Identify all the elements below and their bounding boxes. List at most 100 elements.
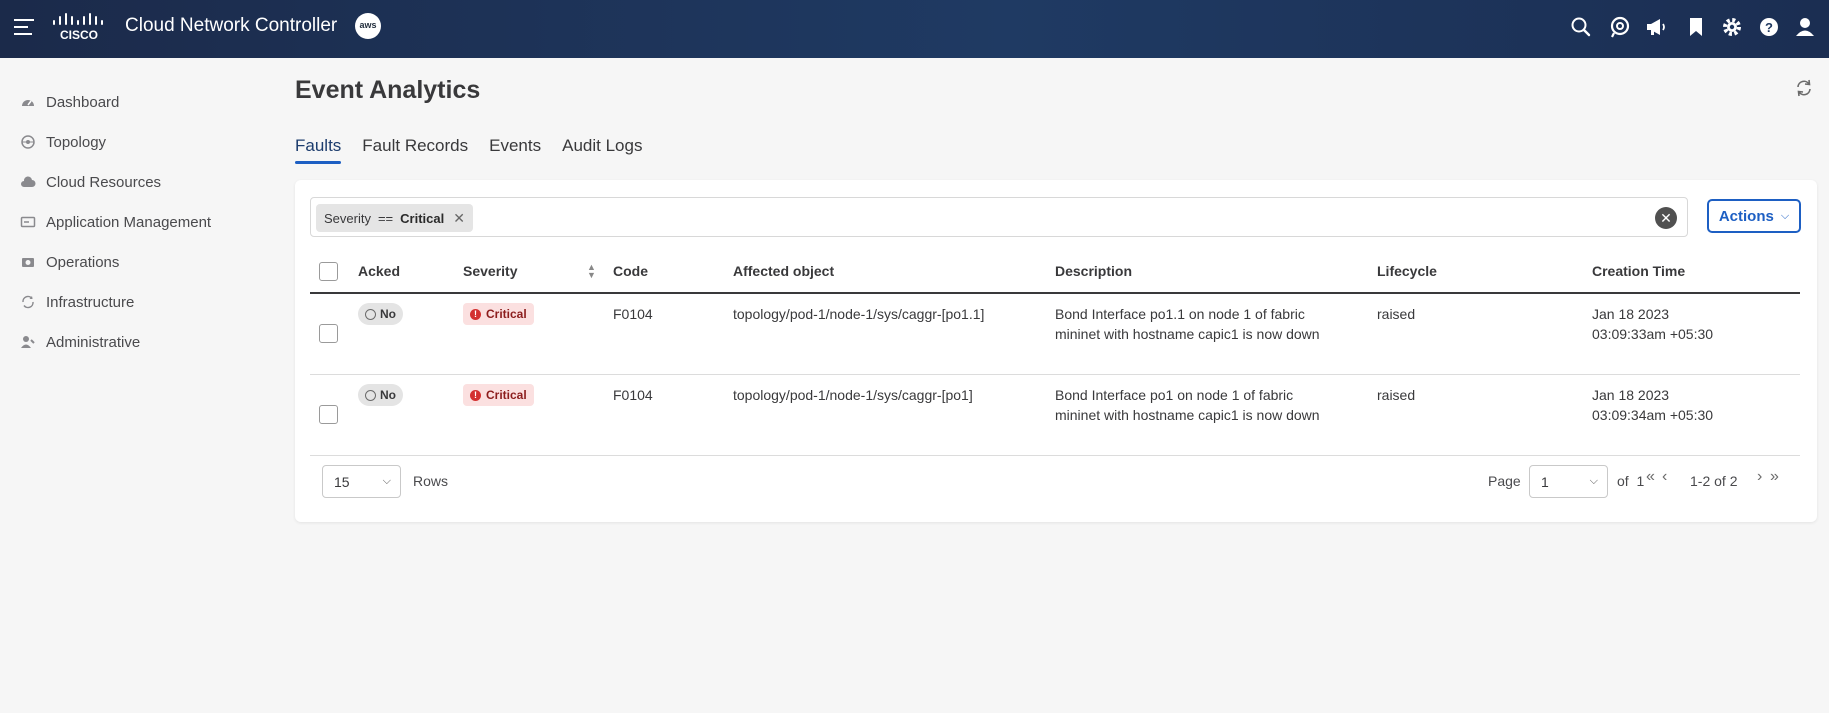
administrative-icon bbox=[21, 336, 35, 348]
sidebar-item-label: Application Management bbox=[46, 213, 212, 231]
page-select[interactable]: 1 ⌵ bbox=[1529, 465, 1608, 498]
chevron-down-icon: ⌵ bbox=[382, 475, 391, 487]
sidebar-item-dashboard[interactable]: Dashboard bbox=[20, 90, 119, 114]
tab-faults[interactable]: Faults bbox=[295, 136, 342, 164]
sidebar-item-infrastructure[interactable]: Infrastructure bbox=[20, 290, 134, 314]
column-header-code[interactable]: Code bbox=[613, 250, 648, 292]
sidebar-item-administrative[interactable]: Administrative bbox=[20, 330, 140, 354]
table-row[interactable]: No ! Critical F0104 topology/pod-1/node-1… bbox=[310, 375, 1800, 456]
next-page-icon[interactable]: › bbox=[1757, 468, 1763, 486]
column-header-acked[interactable]: Acked bbox=[358, 250, 400, 292]
menu-icon[interactable] bbox=[14, 19, 34, 35]
acked-badge: No bbox=[358, 303, 403, 325]
code-cell: F0104 bbox=[613, 387, 653, 403]
sidebar-item-label: Administrative bbox=[46, 333, 141, 351]
sidebar-item-operations[interactable]: Operations bbox=[20, 250, 119, 274]
severity-badge: ! Critical bbox=[463, 384, 534, 406]
first-page-icon[interactable]: « bbox=[1646, 468, 1655, 486]
dashboard-icon bbox=[22, 100, 34, 106]
page-range-label: 1-2 of 2 bbox=[1690, 473, 1738, 489]
column-header-severity[interactable]: Severity bbox=[463, 250, 517, 292]
creation-date-cell: Jan 18 2023 bbox=[1592, 306, 1670, 322]
code-cell: F0104 bbox=[613, 306, 653, 322]
app-title: Cloud Network Controller bbox=[125, 15, 338, 36]
critical-icon: ! bbox=[470, 389, 481, 401]
sidebar-item-label: Topology bbox=[46, 133, 107, 151]
user-icon[interactable] bbox=[1793, 15, 1817, 39]
sidebar-item-label: Dashboard bbox=[46, 93, 120, 111]
svg-text:?: ? bbox=[1765, 20, 1773, 35]
creation-time-cell: 03:09:34am +05:30 bbox=[1592, 407, 1714, 423]
clear-filter-icon[interactable]: ✕ bbox=[1655, 207, 1677, 229]
sidebar: Dashboard Topology Cloud Resources Appli… bbox=[0, 58, 290, 713]
rows-per-page-value: 15 bbox=[334, 474, 350, 490]
tab-audit-logs[interactable]: Audit Logs bbox=[562, 136, 642, 164]
announcement-icon[interactable] bbox=[1644, 15, 1668, 39]
infrastructure-icon bbox=[22, 295, 34, 309]
acked-badge: No bbox=[358, 384, 403, 406]
critical-icon: ! bbox=[470, 308, 481, 320]
sidebar-item-topology[interactable]: Topology bbox=[20, 130, 106, 154]
application-icon bbox=[20, 216, 36, 228]
filter-chip[interactable]: Severity == Critical ✕ bbox=[316, 204, 473, 232]
sort-icon[interactable]: ▲ ▼ bbox=[587, 263, 596, 280]
circle-icon bbox=[365, 389, 376, 401]
sidebar-item-application-management[interactable]: Application Management bbox=[20, 210, 211, 234]
bookmark-icon[interactable] bbox=[1684, 15, 1708, 39]
chevron-down-icon: ⌵ bbox=[1780, 209, 1790, 222]
settings-icon[interactable] bbox=[1720, 15, 1744, 39]
column-header-description[interactable]: Description bbox=[1055, 250, 1132, 292]
sidebar-item-label: Operations bbox=[46, 253, 120, 271]
page-title: Event Analytics bbox=[295, 76, 481, 104]
affected-object-cell: topology/pod-1/node-1/sys/caggr-[po1] bbox=[733, 387, 973, 403]
faults-card: Severity == Critical ✕ ✕ Actions ⌵ Acked… bbox=[295, 180, 1817, 522]
lifecycle-cell: raised bbox=[1377, 306, 1416, 322]
help-icon[interactable]: ? bbox=[1757, 15, 1781, 39]
tab-fault-records[interactable]: Fault Records bbox=[362, 136, 468, 164]
sidebar-item-label: Cloud Resources bbox=[46, 173, 162, 191]
acked-value: No bbox=[380, 388, 396, 402]
pagination-bar: 15 ⌵ Rows Page 1 ⌵ of 1 « ‹ 1-2 of 2 › » bbox=[310, 458, 1800, 498]
filter-field: Severity bbox=[324, 210, 371, 226]
total-pages-value: 1 bbox=[1636, 473, 1645, 489]
assist-icon[interactable] bbox=[1608, 15, 1632, 39]
rows-per-page-select[interactable]: 15 ⌵ bbox=[322, 465, 401, 498]
tab-bar: Faults Fault Records Events Audit Logs bbox=[295, 136, 663, 164]
last-page-icon[interactable]: » bbox=[1770, 468, 1779, 486]
description-cell: Bond Interface po1 on node 1 of fabric m… bbox=[1055, 387, 1320, 423]
column-header-affected-object[interactable]: Affected object bbox=[733, 250, 834, 292]
column-header-creation-time[interactable]: Creation Time bbox=[1592, 250, 1685, 292]
table-header: Acked Severity ▲ ▼ Code Affected object D… bbox=[310, 250, 1800, 294]
actions-button[interactable]: Actions ⌵ bbox=[1707, 199, 1801, 233]
chevron-down-icon: ⌵ bbox=[1589, 475, 1598, 487]
acked-value: No bbox=[380, 307, 396, 321]
severity-value: Critical bbox=[486, 307, 527, 321]
table-row[interactable]: No ! Critical F0104 topology/pod-1/node-1… bbox=[310, 294, 1800, 375]
tab-events[interactable]: Events bbox=[489, 136, 541, 164]
previous-page-icon[interactable]: ‹ bbox=[1662, 468, 1668, 486]
of-label: of bbox=[1617, 473, 1629, 489]
cisco-logo: CISCO bbox=[53, 13, 103, 42]
row-checkbox[interactable] bbox=[319, 324, 338, 343]
sidebar-item-cloud-resources[interactable]: Cloud Resources bbox=[20, 170, 161, 194]
column-header-lifecycle[interactable]: Lifecycle bbox=[1377, 250, 1437, 292]
creation-date-cell: Jan 18 2023 bbox=[1592, 387, 1670, 403]
current-page-value: 1 bbox=[1541, 474, 1549, 490]
severity-value: Critical bbox=[486, 388, 527, 402]
row-checkbox[interactable] bbox=[319, 405, 338, 424]
refresh-icon[interactable] bbox=[1794, 78, 1814, 98]
description-cell: Bond Interface po1.1 on node 1 of fabric… bbox=[1055, 306, 1320, 342]
filter-value: Critical bbox=[400, 210, 445, 226]
filter-bar[interactable]: Severity == Critical ✕ ✕ bbox=[310, 197, 1688, 237]
total-pages-label: of 1 bbox=[1617, 473, 1644, 489]
operations-icon bbox=[22, 258, 34, 267]
select-all-checkbox[interactable] bbox=[319, 262, 338, 281]
remove-filter-icon[interactable]: ✕ bbox=[453, 210, 465, 227]
lifecycle-cell: raised bbox=[1377, 387, 1416, 403]
svg-text:CISCO: CISCO bbox=[60, 28, 98, 42]
actions-label: Actions bbox=[1718, 207, 1774, 225]
severity-badge: ! Critical bbox=[463, 303, 534, 325]
search-icon[interactable] bbox=[1569, 15, 1593, 39]
rows-label: Rows bbox=[413, 473, 449, 489]
sidebar-item-label: Infrastructure bbox=[46, 293, 135, 311]
